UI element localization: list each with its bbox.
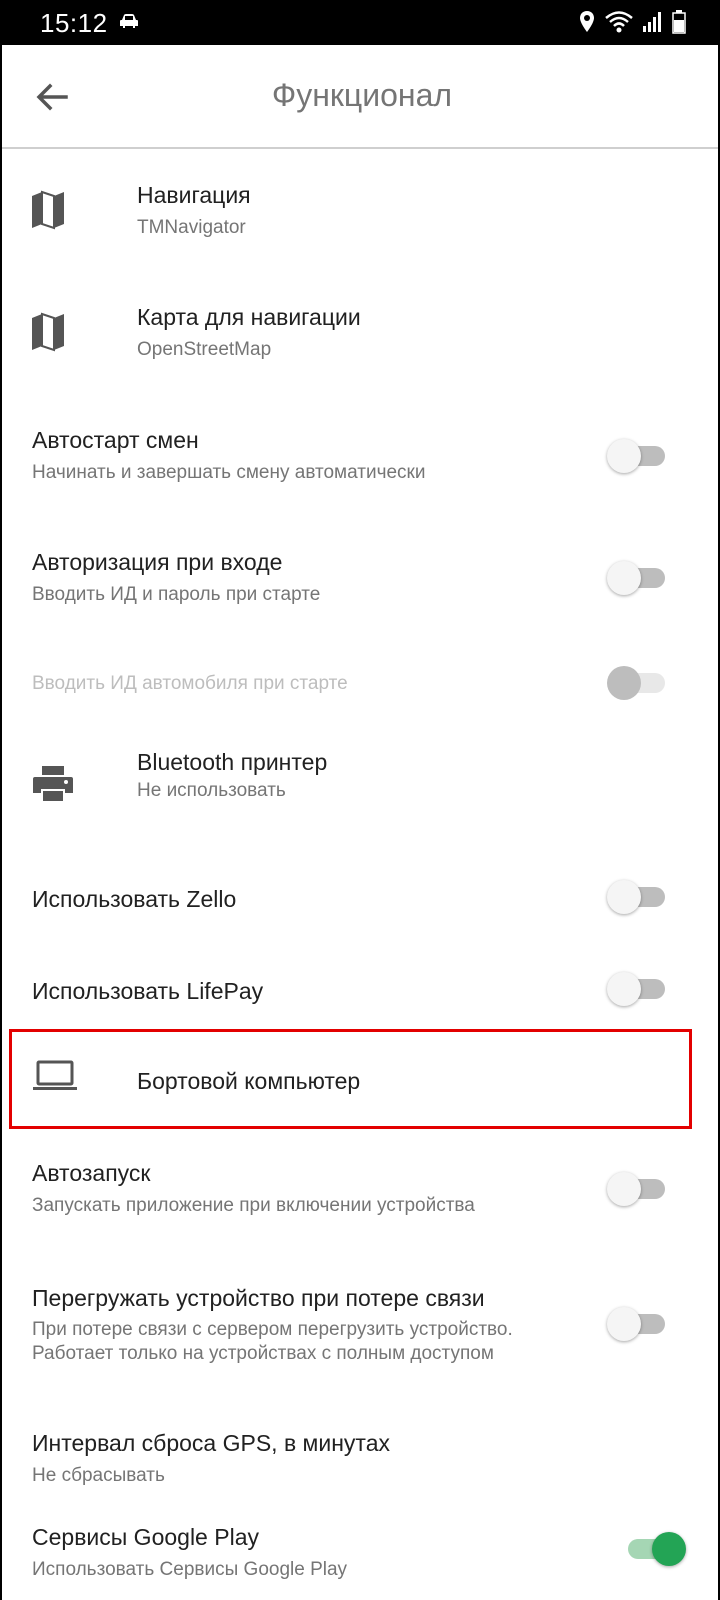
setting-title: Вводить ИД автомобиля при старте	[32, 673, 348, 694]
phone-screen: 15:12 Функционал Навигация TMNavigator К…	[0, 0, 720, 1600]
toggle-thumb	[607, 439, 641, 473]
setting-reboot-on-connection-loss[interactable]: Перегружать устройство при потере связи …	[2, 1250, 718, 1395]
setting-gps-reset-interval[interactable]: Интервал сброса GPS, в минутах Не сбрасы…	[2, 1400, 718, 1500]
setting-subtitle: Запускать приложение при включении устро…	[32, 1195, 475, 1216]
map-icon	[30, 312, 66, 357]
login-authorization-toggle[interactable]	[607, 557, 671, 597]
setting-subtitle-line-1: При потере связи с сервером перегрузить …	[32, 1319, 513, 1340]
setting-title: Сервисы Google Play	[32, 1524, 259, 1550]
setting-subtitle: Начинать и завершать смену автоматически	[32, 462, 426, 483]
location-icon	[578, 10, 596, 39]
battery-icon	[672, 10, 686, 39]
setting-use-zello[interactable]: Использовать Zello	[2, 858, 718, 938]
car-icon	[118, 12, 140, 35]
setting-subtitle: Вводить ИД и пароль при старте	[32, 584, 321, 605]
page-title: Функционал	[271, 77, 453, 113]
vehicle-id-toggle	[607, 662, 671, 702]
app-bar: Функционал	[2, 45, 718, 149]
highlight-frame	[9, 1029, 692, 1129]
setting-title: Bluetooth принтер	[137, 749, 328, 775]
toggle-thumb	[607, 972, 641, 1006]
setting-subtitle: TMNavigator	[137, 217, 246, 238]
signal-icon	[642, 11, 664, 38]
setting-subtitle-line-2: Работает только на устройствах с полным …	[32, 1343, 494, 1364]
wifi-icon	[604, 10, 634, 39]
setting-login-authorization[interactable]: Авторизация при входе Вводить ИД и парол…	[2, 517, 718, 637]
setting-bluetooth-printer[interactable]: Bluetooth принтер Не использовать	[2, 725, 718, 845]
setting-title: Интервал сброса GPS, в минутах	[32, 1430, 390, 1456]
autostart-shifts-toggle[interactable]	[607, 435, 671, 475]
status-time: 15:12	[40, 8, 108, 38]
toggle-thumb	[607, 666, 641, 700]
reboot-on-connection-loss-toggle[interactable]	[607, 1303, 671, 1343]
setting-title: Навигация	[137, 182, 251, 208]
toggle-thumb	[607, 1307, 641, 1341]
status-icons	[578, 10, 686, 39]
toggle-thumb	[652, 1532, 686, 1566]
setting-subtitle: Не сбрасывать	[32, 1465, 165, 1486]
setting-title: Использовать Zello	[32, 886, 237, 912]
setting-subtitle: OpenStreetMap	[137, 339, 272, 360]
status-bar: 15:12	[2, 0, 718, 45]
setting-subtitle: Использовать Сервисы Google Play	[32, 1559, 348, 1580]
toggle-thumb	[607, 561, 641, 595]
setting-navigation[interactable]: Навигация TMNavigator	[2, 150, 718, 270]
setting-autostart-shifts[interactable]: Автостарт смен Начинать и завершать смен…	[2, 395, 718, 515]
setting-autorun[interactable]: Автозапуск Запускать приложение при вклю…	[2, 1128, 718, 1248]
setting-use-lifepay[interactable]: Использовать LifePay	[2, 950, 718, 1030]
setting-title: Автозапуск	[32, 1160, 151, 1186]
map-icon	[30, 190, 66, 235]
use-zello-toggle[interactable]	[607, 876, 671, 916]
setting-navigation-map[interactable]: Карта для навигации OpenStreetMap	[2, 272, 718, 392]
setting-vehicle-id-on-start: Вводить ИД автомобиля при старте	[2, 640, 718, 720]
setting-google-play-services[interactable]: Сервисы Google Play Использовать Сервисы…	[2, 1520, 718, 1600]
setting-subtitle: Не использовать	[137, 780, 286, 801]
setting-title: Использовать LifePay	[32, 978, 264, 1004]
printer-icon	[32, 765, 74, 808]
setting-title: Автостарт смен	[32, 427, 199, 453]
setting-title: Перегружать устройство при потере связи	[32, 1285, 485, 1311]
use-lifepay-toggle[interactable]	[607, 968, 671, 1008]
toggle-thumb	[607, 1172, 641, 1206]
toggle-thumb	[607, 880, 641, 914]
setting-title: Авторизация при входе	[32, 549, 283, 575]
setting-title: Карта для навигации	[137, 304, 361, 330]
google-play-services-toggle[interactable]	[622, 1528, 686, 1568]
autorun-toggle[interactable]	[607, 1168, 671, 1208]
